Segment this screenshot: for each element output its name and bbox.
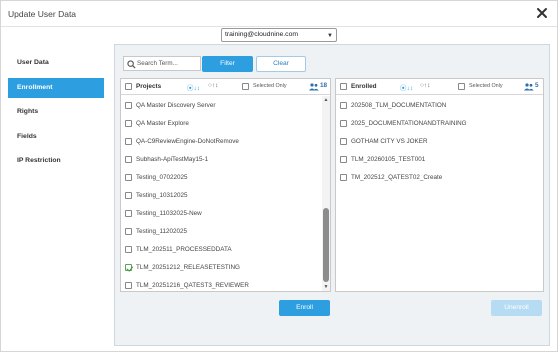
item-checkbox[interactable] (125, 246, 132, 253)
filter-button[interactable]: Filter (202, 56, 253, 72)
update-user-dialog: Update User Data training@cloudnine.com … (0, 0, 558, 352)
users-icon (524, 83, 534, 91)
item-label: GOTHAM CITY VS JOKER (351, 138, 428, 145)
enrolled-list: Enrolled ⦿↓↕ ○↑↕ Selected Only 5 202508_… (335, 78, 544, 292)
item-label: 2025_DOCUMENTATIONANDTRAINING (351, 120, 467, 127)
unenroll-button[interactable]: Unenroll (491, 300, 542, 316)
item-label: Testing_11202025 (136, 228, 188, 235)
item-checkbox[interactable] (340, 156, 347, 163)
search-icon (127, 60, 136, 69)
list-item[interactable]: TM_202512_QATEST02_Create (336, 169, 526, 187)
enrolled-selected-only-label: Selected Only (469, 83, 503, 89)
nav-item-rights[interactable]: Rights (8, 102, 104, 122)
item-label: Subhash-ApiTestMay15-1 (136, 156, 209, 163)
list-item[interactable]: TLM_202511_PROCESSEDDATA (121, 241, 311, 259)
nav-item-user-data[interactable]: User Data (8, 53, 104, 73)
scroll-up-icon[interactable]: ▲ (322, 97, 330, 103)
user-select-dropdown[interactable]: training@cloudnine.com ▼ (221, 28, 337, 42)
users-icon (309, 83, 319, 91)
projects-selected-only-checkbox[interactable] (242, 83, 249, 90)
list-item[interactable]: Testing_11202025 (121, 223, 311, 241)
item-label: Testing_11032025-New (136, 210, 202, 217)
item-checkbox[interactable] (125, 210, 132, 217)
enrollment-panel: Search Term... Filter Clear Projects ⦿↓↕… (114, 44, 550, 346)
enrolled-count: 5 (535, 82, 539, 89)
sort-ascending-icon[interactable]: ⦿↓↕ (187, 82, 200, 92)
list-item[interactable]: Testing_10312025 (121, 187, 311, 205)
chevron-down-icon: ▼ (327, 33, 333, 39)
list-item[interactable]: TLM_20251212_RELEASETESTING (121, 259, 311, 277)
item-label: QA Master Explore (136, 120, 189, 127)
enrolled-header-label: Enrolled (351, 83, 377, 90)
item-checkbox[interactable] (125, 120, 132, 127)
user-select-value: training@cloudnine.com (225, 31, 299, 38)
sort-descending-icon[interactable]: ○↑↕ (208, 82, 218, 89)
list-item[interactable]: GOTHAM CITY VS JOKER (336, 133, 526, 151)
list-item[interactable]: 2025_DOCUMENTATIONANDTRAINING (336, 115, 526, 133)
projects-header-label: Projects (136, 83, 162, 90)
search-placeholder: Search Term... (137, 60, 178, 67)
enrolled-header: Enrolled ⦿↓↕ ○↑↕ Selected Only 5 (336, 79, 543, 95)
item-checkbox[interactable] (125, 138, 132, 145)
nav-item-enrollment[interactable]: Enrollment (8, 77, 104, 98)
list-item[interactable]: 202508_TLM_DOCUMENTATION (336, 97, 526, 115)
list-item[interactable]: Subhash-ApiTestMay15-1 (121, 151, 311, 169)
item-checkbox-checked[interactable] (125, 264, 132, 271)
list-item[interactable]: QA Master Explore (121, 115, 311, 133)
list-item[interactable]: TLM_20251216_QATEST3_REVIEWER (121, 277, 311, 295)
item-label: TM_202512_QATEST02_Create (351, 174, 443, 181)
list-item[interactable]: TLM_20260105_TEST001 (336, 151, 526, 169)
item-checkbox[interactable] (340, 120, 347, 127)
item-label: TLM_20251216_QATEST3_REVIEWER (136, 282, 249, 289)
dialog-title: Update User Data (8, 9, 77, 19)
dialog-titlebar: Update User Data (1, 1, 557, 27)
sort-ascending-icon[interactable]: ⦿↓↕ (400, 82, 413, 92)
projects-select-all-checkbox[interactable] (125, 83, 132, 90)
projects-count: 18 (320, 82, 328, 89)
projects-list: Projects ⦿↓↕ ○↑↕ Selected Only 18 QA Mas… (120, 78, 331, 292)
item-checkbox[interactable] (340, 174, 347, 181)
list-item[interactable]: QA Master Discovery Server (121, 97, 311, 115)
projects-header: Projects ⦿↓↕ ○↑↕ Selected Only 18 (121, 79, 330, 95)
item-label: Testing_10312025 (136, 192, 188, 199)
left-nav: User Data Enrollment Rights Fields IP Re… (8, 53, 104, 176)
sort-descending-icon[interactable]: ○↑↕ (420, 82, 430, 89)
list-item[interactable]: Testing_11032025-New (121, 205, 311, 223)
item-label: Testing_07022025 (136, 174, 188, 181)
item-checkbox[interactable] (125, 282, 132, 289)
item-checkbox[interactable] (125, 102, 132, 109)
enroll-button[interactable]: Enroll (279, 300, 330, 316)
nav-item-ip-restriction[interactable]: IP Restriction (8, 151, 104, 171)
item-checkbox[interactable] (340, 102, 347, 109)
item-label: TLM_20260105_TEST001 (351, 156, 426, 163)
item-checkbox[interactable] (125, 228, 132, 235)
list-item[interactable]: QA-C9ReviewEngine-DoNotRemove (121, 133, 311, 151)
item-label: TLM_20251212_RELEASETESTING (136, 264, 240, 271)
projects-scrollbar[interactable]: ▲ ▼ (322, 96, 330, 291)
item-checkbox[interactable] (340, 138, 347, 145)
enrolled-select-all-checkbox[interactable] (340, 83, 347, 90)
item-checkbox[interactable] (125, 156, 132, 163)
clear-button[interactable]: Clear (256, 56, 306, 72)
item-label: TLM_202511_PROCESSEDDATA (136, 246, 232, 253)
projects-selected-only-label: Selected Only (253, 83, 287, 89)
scrollbar-thumb[interactable] (323, 208, 329, 282)
item-checkbox[interactable] (125, 174, 132, 181)
scroll-down-icon[interactable]: ▼ (322, 284, 330, 290)
nav-item-fields[interactable]: Fields (8, 127, 104, 147)
item-label: QA-C9ReviewEngine-DoNotRemove (136, 138, 239, 145)
item-checkbox[interactable] (125, 192, 132, 199)
search-input[interactable]: Search Term... (123, 56, 201, 71)
list-item[interactable]: Testing_07022025 (121, 169, 311, 187)
close-icon[interactable] (535, 6, 549, 20)
item-label: 202508_TLM_DOCUMENTATION (351, 102, 447, 109)
enrolled-selected-only-checkbox[interactable] (458, 83, 465, 90)
item-label: QA Master Discovery Server (136, 102, 216, 109)
